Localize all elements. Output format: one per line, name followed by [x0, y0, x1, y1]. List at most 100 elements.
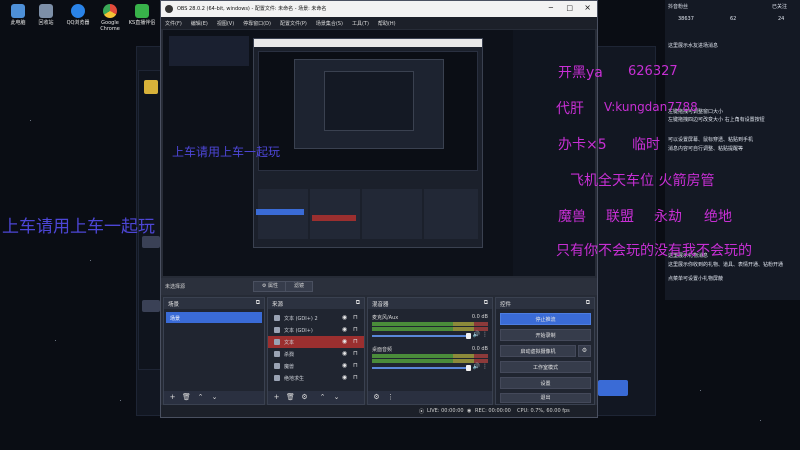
obs-logo-icon	[165, 5, 173, 13]
sources-dock: 来源 ⧉ 文本 (GDI+) 2 ◉ ⊓ 文本 (GDI+) ◉ ⊓ 文本 ◉ ⊓ 杀戮 ◉ ⊓ …	[267, 297, 365, 405]
live-timer: LIVE: 00:00:00	[427, 408, 464, 414]
move-down-icon[interactable]: ⌄	[210, 393, 219, 402]
add-source-icon[interactable]: +	[272, 393, 281, 402]
source-row[interactable]: 绝地求生 ◉ ⊓	[268, 372, 364, 384]
mixer-menu-icon[interactable]: ⋮	[386, 393, 395, 402]
virtual-camera-gear-icon[interactable]: ⚙	[578, 345, 591, 357]
app-logo-icon	[144, 80, 158, 94]
audio-mixer-dock: 混音器 ⧉ 麦克风/Aux 0.0 dB 🔊 ⋮ 桌面音频 0.0 dB 🔊 ⋮ …	[367, 297, 493, 405]
lock-icon[interactable]: ⊓	[352, 362, 359, 369]
desktop-icon-qq-browser[interactable]: QQ浏览器	[62, 4, 94, 26]
menu-tools[interactable]: 工具(T)	[348, 17, 374, 27]
settings-button[interactable]: 设置	[500, 377, 591, 389]
source-row[interactable]: 文本 (GDI+) 2 ◉ ⊓	[268, 312, 364, 324]
move-up-icon[interactable]: ⌃	[196, 393, 205, 402]
mixer-title: 混音器	[372, 302, 389, 308]
visibility-eye-icon[interactable]: ◉	[341, 362, 348, 369]
volume-slider-knob[interactable]	[466, 365, 471, 371]
overlay-text: 代肝	[556, 101, 584, 117]
volume-slider-knob[interactable]	[466, 333, 471, 339]
chat-header-follow[interactable]: 已关注	[772, 3, 787, 10]
overlay-text: 绝地	[704, 209, 732, 225]
visibility-eye-icon[interactable]: ◉	[341, 326, 348, 333]
visibility-eye-icon[interactable]: ◉	[341, 350, 348, 357]
image-source-icon	[274, 363, 280, 369]
properties-button[interactable]: ⚙ 属性	[253, 281, 287, 292]
overlay-text: 临时	[632, 137, 660, 153]
remove-source-icon[interactable]: 🗑	[286, 393, 295, 402]
overlay-text: 626327	[628, 64, 678, 79]
more-options-icon[interactable]: ⋮	[482, 363, 488, 370]
close-icon[interactable]: ×	[584, 3, 591, 12]
visibility-eye-icon[interactable]: ◉	[341, 338, 348, 345]
lock-icon[interactable]: ⊓	[352, 314, 359, 321]
scene-item[interactable]: 场景	[166, 312, 262, 323]
source-row[interactable]: 文本 (GDI+) ◉ ⊓	[268, 324, 364, 336]
lock-icon[interactable]: ⊓	[352, 338, 359, 345]
overlay-text: 魔兽	[558, 209, 586, 225]
stop-streaming-button[interactable]: 停止推流	[500, 313, 591, 325]
menu-bar: 文件(F) 编辑(E) 视图(V) 停靠窗口(D) 配置文件(P) 场景集合(S) 工具(T…	[161, 17, 597, 29]
sources-title: 来源	[272, 302, 284, 308]
advanced-audio-gear-icon[interactable]: ⚙	[372, 393, 381, 402]
studio-mode-button[interactable]: 工作室模式	[500, 361, 591, 373]
move-up-icon[interactable]: ⌃	[318, 393, 327, 402]
move-down-icon[interactable]: ⌄	[332, 393, 341, 402]
chat-header-title: 抖音粉丝	[668, 4, 689, 10]
window-title: OBS 28.0.2 (64-bit, windows) - 配置文件: 未命名…	[177, 6, 327, 12]
add-scene-icon[interactable]: +	[168, 393, 177, 402]
maximize-icon[interactable]: □	[566, 4, 573, 12]
desktop-icon-ks-live[interactable]: KS直播伴侣	[126, 4, 158, 26]
speaker-icon[interactable]: 🔊	[473, 331, 480, 338]
remove-scene-icon[interactable]: 🗑	[182, 393, 191, 402]
cpu-fps: CPU: 0.7%, 60.00 fps	[517, 408, 570, 414]
overlay-text: 只有你不会玩的没有我不会玩的	[556, 243, 752, 259]
desktop-icon-chrome[interactable]: Google Chrome	[94, 4, 126, 32]
rec-status-icon: ◉	[467, 408, 472, 414]
source-row[interactable]: 魔兽 ◉ ⊓	[268, 360, 364, 372]
text-source-icon	[274, 327, 280, 333]
sidebar-button-icon[interactable]	[142, 236, 160, 248]
start-recording-button[interactable]: 开始录制	[500, 329, 591, 341]
sidebar-button-icon[interactable]	[142, 300, 160, 312]
menu-scene-collection[interactable]: 场景集合(S)	[312, 17, 348, 27]
mixer-channel-db: 0.0 dB	[471, 314, 488, 320]
filters-button[interactable]: 滤镜	[285, 281, 313, 292]
qq-browser-icon	[71, 4, 85, 18]
mixer-channel-name: 桌面音频	[372, 347, 393, 353]
menu-edit[interactable]: 编辑(E)	[187, 17, 213, 27]
menu-docks[interactable]: 停靠窗口(D)	[239, 17, 276, 27]
source-row-selected[interactable]: 文本 ◉ ⊓	[268, 336, 364, 348]
exit-button[interactable]: 退出	[500, 393, 591, 403]
volume-meter	[372, 359, 488, 363]
lock-icon[interactable]: ⊓	[352, 350, 359, 357]
desktop-icon-recycle-bin[interactable]: 回收站	[30, 4, 62, 26]
recursive-desktop-icons	[169, 36, 249, 66]
background-app-button[interactable]	[598, 380, 628, 396]
speaker-icon[interactable]: 🔊	[473, 363, 480, 370]
dock-float-icon[interactable]: ⧉	[586, 299, 590, 307]
menu-profile[interactable]: 配置文件(P)	[276, 17, 312, 27]
visibility-eye-icon[interactable]: ◉	[341, 314, 348, 321]
dock-float-icon[interactable]: ⧉	[484, 299, 488, 307]
start-virtual-camera-button[interactable]: 启动虚拟摄像机	[500, 345, 576, 357]
mixer-channel-name: 麦克风/Aux	[372, 315, 399, 321]
chrome-icon	[103, 4, 117, 18]
source-settings-gear-icon[interactable]: ⚙	[300, 393, 309, 402]
volume-slider[interactable]	[372, 365, 471, 371]
menu-file[interactable]: 文件(F)	[161, 17, 187, 27]
visibility-eye-icon[interactable]: ◉	[341, 374, 348, 381]
source-row[interactable]: 杀戮 ◉ ⊓	[268, 348, 364, 360]
menu-view[interactable]: 视图(V)	[213, 17, 239, 27]
lock-icon[interactable]: ⊓	[352, 326, 359, 333]
menu-help[interactable]: 帮助(H)	[374, 17, 401, 27]
more-options-icon[interactable]: ⋮	[482, 331, 488, 338]
text-source-icon	[274, 351, 280, 357]
dock-float-icon[interactable]: ⧉	[356, 299, 360, 307]
volume-slider[interactable]	[372, 333, 471, 339]
obs-titlebar[interactable]: OBS 28.0.2 (64-bit, windows) - 配置文件: 未命名…	[161, 1, 597, 17]
minimize-icon[interactable]: ─	[549, 4, 553, 12]
stat-fans: 38637	[678, 16, 694, 22]
dock-float-icon[interactable]: ⧉	[256, 299, 260, 307]
lock-icon[interactable]: ⊓	[352, 374, 359, 381]
